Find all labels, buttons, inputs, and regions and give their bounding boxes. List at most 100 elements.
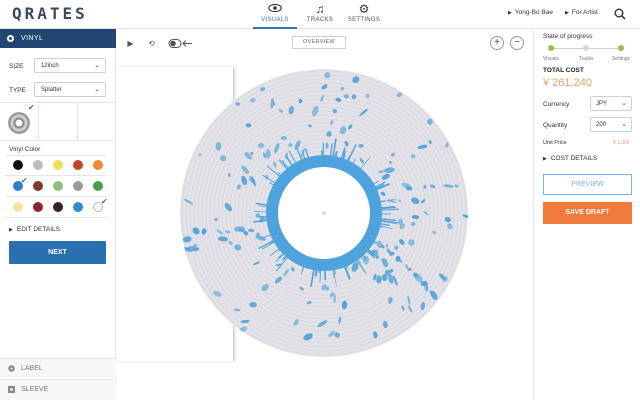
size-value: 12inch: [41, 63, 59, 69]
caret-right-icon: ▶: [508, 10, 512, 16]
check-icon: ✔: [21, 176, 28, 185]
user-name: Yong-Bo Bae: [514, 9, 553, 16]
role-menu[interactable]: ▶ For Artist: [565, 9, 598, 16]
progress-label-visuals: Visuals: [542, 56, 560, 62]
tab-label-text: LABEL: [21, 365, 43, 372]
pull-out-toggle[interactable]: [168, 37, 194, 50]
quantity-value: 200: [596, 122, 607, 128]
color-swatch[interactable]: [73, 202, 83, 212]
splatter-streak: [262, 217, 269, 220]
nav-settings[interactable]: ⚙ SETTINGS: [342, 0, 386, 29]
vinyl-section-header[interactable]: VINYL: [0, 29, 116, 48]
spindle-hole: [322, 211, 326, 215]
caret-right-icon: ▶: [565, 10, 569, 16]
color-swatch[interactable]: [13, 202, 23, 212]
color-swatch[interactable]: [93, 181, 103, 191]
splatter-blob: [265, 149, 271, 159]
size-label: SIZE: [9, 63, 24, 70]
color-swatch[interactable]: [93, 160, 103, 170]
user-role: For Artist: [571, 9, 598, 16]
left-panel: VINYL SIZE 12inch ⌄ TYPE Splatter ⌄ ✔ Vi…: [0, 29, 116, 400]
total-cost-value: ¥ 261,240: [543, 77, 592, 89]
progress-step-settings: [618, 45, 624, 51]
type-label: TYPE: [9, 87, 26, 94]
triangle-right-icon: ▶: [9, 227, 13, 233]
chevron-down-icon: ⌄: [94, 62, 100, 69]
unit-price-label: Unit Price: [543, 140, 567, 146]
color-swatch[interactable]: [33, 202, 43, 212]
splatter-blob: [215, 142, 222, 151]
currency-label: Currency: [543, 101, 570, 108]
color-swatch[interactable]: [73, 181, 83, 191]
color-swatch[interactable]: [13, 160, 23, 170]
tab-label[interactable]: LABEL: [0, 358, 116, 377]
check-icon: ✔: [28, 103, 35, 112]
right-panel: State of progress Visuals Tracks Setting…: [533, 29, 640, 400]
divider: [0, 102, 116, 103]
nav-visuals-label: VISUALS: [261, 17, 289, 23]
currency-select[interactable]: JPY ⌄: [590, 96, 632, 111]
total-cost-label: TOTAL COST: [543, 67, 584, 74]
edit-details-toggle[interactable]: ▶ EDIT DETAILS: [9, 226, 60, 233]
toggle-arrow-icon: [168, 39, 192, 48]
save-draft-button[interactable]: SAVE DRAFT: [543, 202, 632, 224]
edit-details-label: EDIT DETAILS: [16, 226, 60, 233]
divider: [5, 196, 107, 197]
eye-icon: [253, 0, 297, 17]
type-select[interactable]: Splatter ⌄: [34, 82, 106, 97]
vinyl-record[interactable]: [116, 29, 533, 400]
divider: [5, 155, 107, 156]
color-swatch[interactable]: [53, 202, 63, 212]
nav-tracks[interactable]: ♫ TRACKS: [298, 0, 342, 29]
currency-value: JPY: [596, 101, 608, 107]
progress-step-tracks: [583, 45, 589, 51]
progress-step-visuals: [548, 45, 554, 51]
nav-tracks-label: TRACKS: [306, 17, 334, 23]
divider: [77, 102, 78, 140]
divider: [5, 217, 107, 218]
qrates-logo[interactable]: QRATES: [12, 4, 88, 23]
progress-title: State of progress: [543, 33, 593, 40]
color-swatch[interactable]: [33, 181, 43, 191]
zoom-in-button[interactable]: +: [490, 36, 504, 50]
vinyl-section-title: VINYL: [21, 35, 44, 42]
type-value: Splatter: [41, 87, 62, 93]
rotate-button[interactable]: ⟲: [145, 37, 158, 50]
search-button[interactable]: [613, 7, 627, 21]
progress-label-tracks: Tracks: [578, 56, 594, 62]
splatter-streak: [257, 215, 269, 218]
unit-price-value: ¥ 1,306: [613, 140, 630, 146]
triangle-right-icon: ▶: [543, 156, 547, 162]
overview-button[interactable]: OVERVIEW: [292, 36, 346, 49]
divider: [0, 140, 116, 141]
size-select[interactable]: 12inch ⌄: [34, 58, 106, 73]
progress-label-settings: Settings: [611, 56, 631, 62]
tab-sleeve-text: SLEEVE: [21, 386, 49, 393]
zoom-out-button[interactable]: −: [510, 36, 524, 50]
color-swatch[interactable]: [33, 160, 43, 170]
splatter-streak: [378, 225, 384, 228]
play-button[interactable]: ▶: [124, 37, 137, 50]
top-bar: QRATES VISUALS ♫ TRACKS ⚙ SETTINGS ▶ Yong…: [0, 0, 640, 29]
cost-details-label: COST DETAILS: [550, 155, 598, 162]
nav-settings-label: SETTINGS: [347, 17, 381, 23]
divider: [38, 102, 39, 140]
check-icon: ✔: [101, 197, 108, 206]
quantity-label: Quantity: [543, 122, 568, 129]
splatter-streak: [314, 268, 318, 277]
splatter-type-thumbnail[interactable]: [8, 112, 30, 134]
color-swatch[interactable]: [53, 160, 63, 170]
color-swatch[interactable]: [53, 181, 63, 191]
quantity-select[interactable]: 200 ⌄: [590, 117, 632, 132]
sleeve-icon: [8, 386, 15, 393]
gear-icon: ⚙: [358, 2, 370, 16]
next-button[interactable]: NEXT: [9, 241, 106, 264]
cost-details-toggle[interactable]: ▶ COST DETAILS: [543, 155, 597, 162]
vinyl-preview-canvas: ▶ ⟲ OVERVIEW + −: [116, 29, 533, 400]
nav-visuals[interactable]: VISUALS: [253, 0, 297, 29]
tab-sleeve[interactable]: SLEEVE: [0, 379, 116, 400]
user-menu[interactable]: ▶ Yong-Bo Bae: [508, 9, 553, 16]
preview-button[interactable]: PREVIEW: [543, 174, 632, 195]
color-swatch[interactable]: [73, 160, 83, 170]
chevron-down-icon: ⌄: [621, 100, 627, 107]
